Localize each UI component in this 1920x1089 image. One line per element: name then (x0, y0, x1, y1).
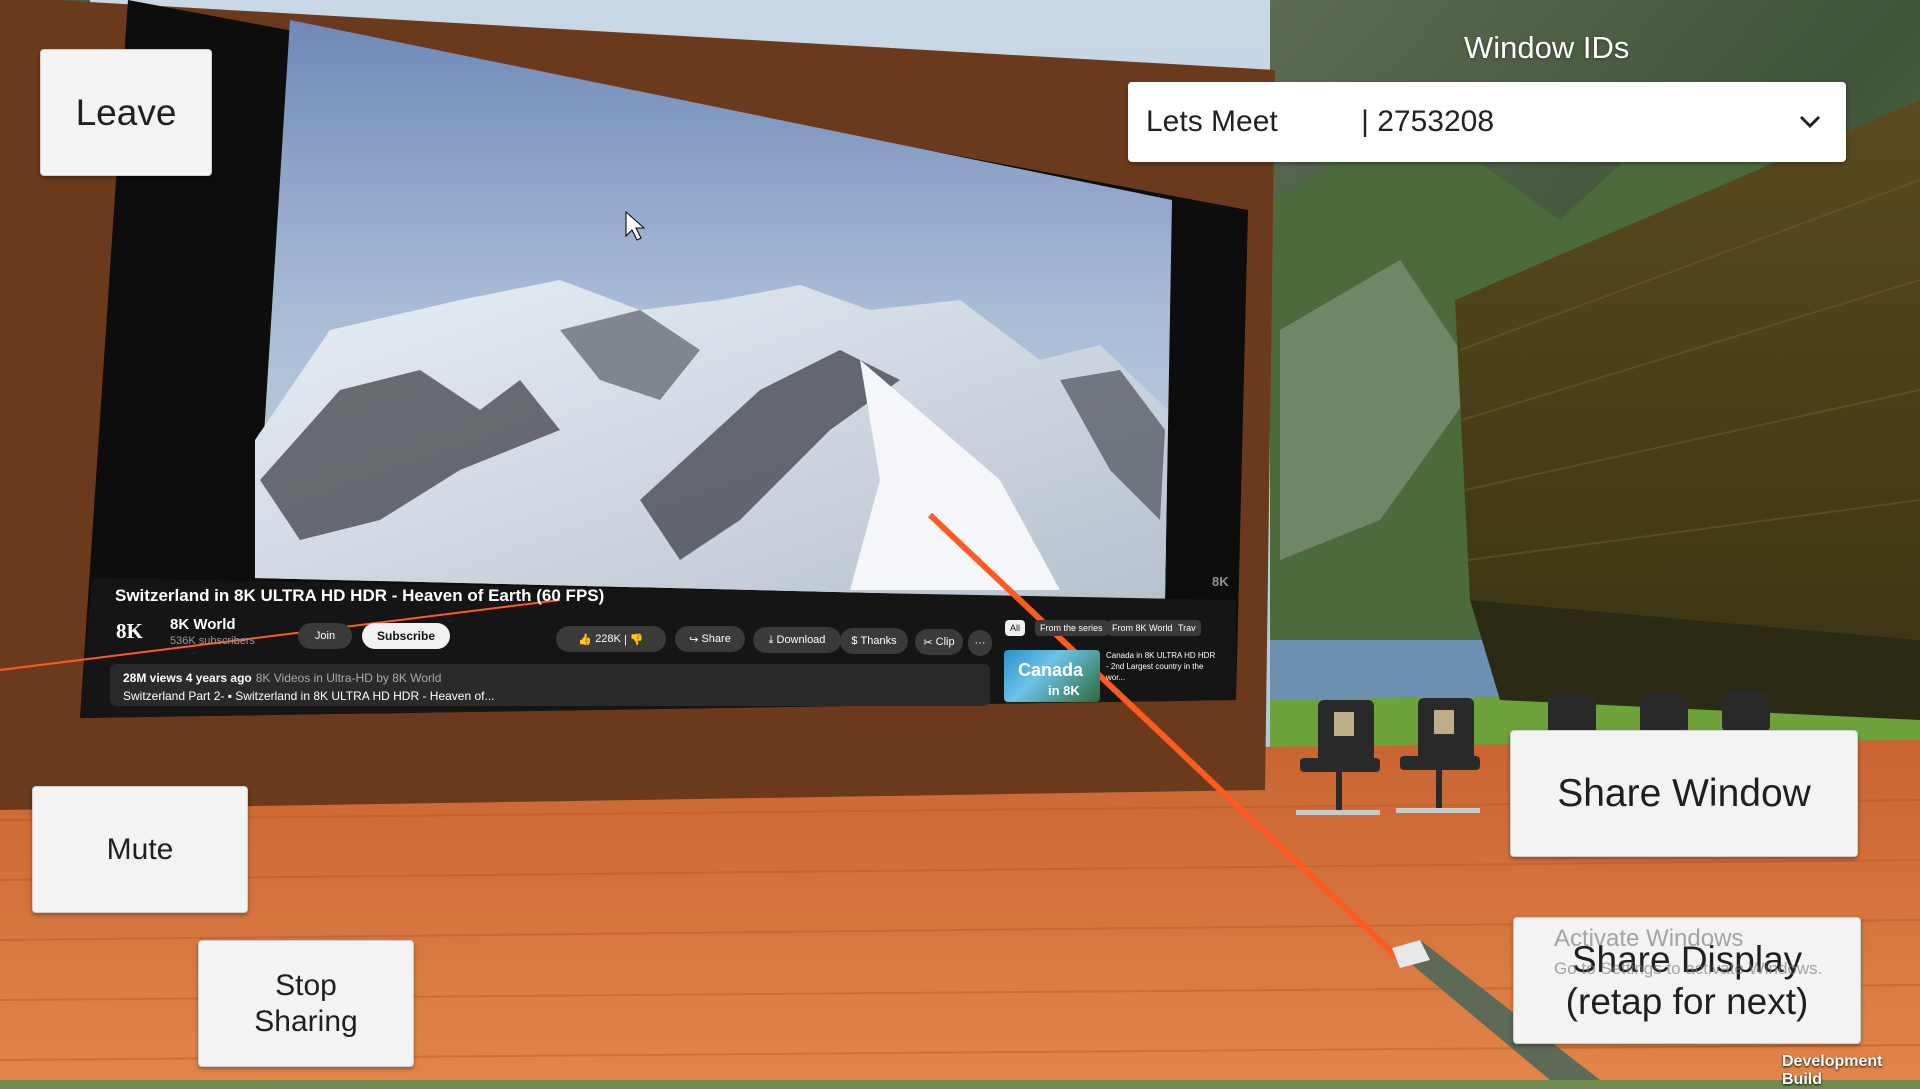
stop-sharing-line1: Stop (275, 968, 337, 1002)
chevron-down-icon (1799, 115, 1821, 129)
subscriber-count: 536K subscribers (170, 635, 255, 647)
leave-button[interactable]: Leave (40, 49, 212, 176)
like-button[interactable]: 👍 228K | 👎 (556, 626, 666, 652)
share-window-button[interactable]: Share Window (1510, 730, 1858, 857)
activate-windows-subtitle: Go to Settings to activate Windows. (1554, 959, 1823, 978)
chip-all[interactable]: All (1005, 620, 1026, 636)
channel-logo[interactable]: 8K (116, 619, 143, 644)
chip-travel[interactable]: Trav (1173, 620, 1201, 636)
share-display-line2: (retap for next) (1565, 980, 1809, 1022)
like-count: 228K (595, 633, 621, 645)
thanks-icon: $ (851, 635, 861, 647)
recommended-title[interactable]: Canada in 8K ULTRA HD HDR - 2nd Largest … (1106, 650, 1218, 683)
channel-name[interactable]: 8K World (170, 616, 236, 633)
playlist-label: 8K Videos in Ultra-HD by 8K World (255, 671, 442, 685)
thumbs-down-icon[interactable]: | 👎 (621, 633, 644, 646)
window-id-dropdown[interactable]: Lets Meet | 2753208 (1128, 82, 1846, 162)
download-label: Download (776, 634, 826, 646)
window-ids-title: Window IDs (1464, 30, 1630, 65)
download-icon: ⤓ (768, 633, 777, 646)
thumbnail-title: Canada (1018, 660, 1084, 680)
views-line: 28M views 4 years ago 8K Videos in Ultra-… (123, 671, 441, 685)
thanks-button[interactable]: $ Thanks (840, 628, 908, 654)
dropdown-selected-value: Lets Meet | 2753208 (1146, 105, 1495, 138)
series-line[interactable]: Switzerland Part 2- ▪ Switzerland in 8K … (123, 689, 495, 703)
thumbs-up-icon: 👍 (578, 633, 596, 646)
stop-sharing-line2: Sharing (254, 1004, 358, 1038)
clip-label: Clip (935, 636, 955, 648)
share-label: Share (701, 633, 731, 645)
join-button[interactable]: Join (298, 623, 352, 649)
mute-button[interactable]: Mute (32, 786, 248, 913)
more-actions-button[interactable]: ··· (968, 630, 992, 656)
subscribe-button[interactable]: Subscribe (362, 623, 450, 649)
stop-sharing-button[interactable]: Stop Sharing (198, 940, 414, 1067)
thumbnail-subtitle: in 8K (1048, 683, 1080, 698)
clip-button[interactable]: ✂ Clip (915, 629, 963, 655)
scissors-icon: ✂ (923, 636, 936, 649)
view-count: 28M views 4 years ago (123, 671, 252, 685)
thanks-label: Thanks (860, 635, 897, 647)
activate-windows-title: Activate Windows (1554, 925, 1744, 952)
chip-from-series[interactable]: From the series (1035, 620, 1108, 636)
chip-from-channel[interactable]: From 8K World (1107, 620, 1178, 636)
development-build-label: Development Build (1782, 1053, 1883, 1088)
video-watermark: 8K (1212, 574, 1229, 589)
share-icon: ↪ (689, 633, 702, 646)
video-title: Switzerland in 8K ULTRA HD HDR - Heaven … (115, 586, 605, 605)
download-button[interactable]: ⤓ Download (753, 627, 841, 653)
share-button[interactable]: ↪ Share (675, 626, 745, 652)
